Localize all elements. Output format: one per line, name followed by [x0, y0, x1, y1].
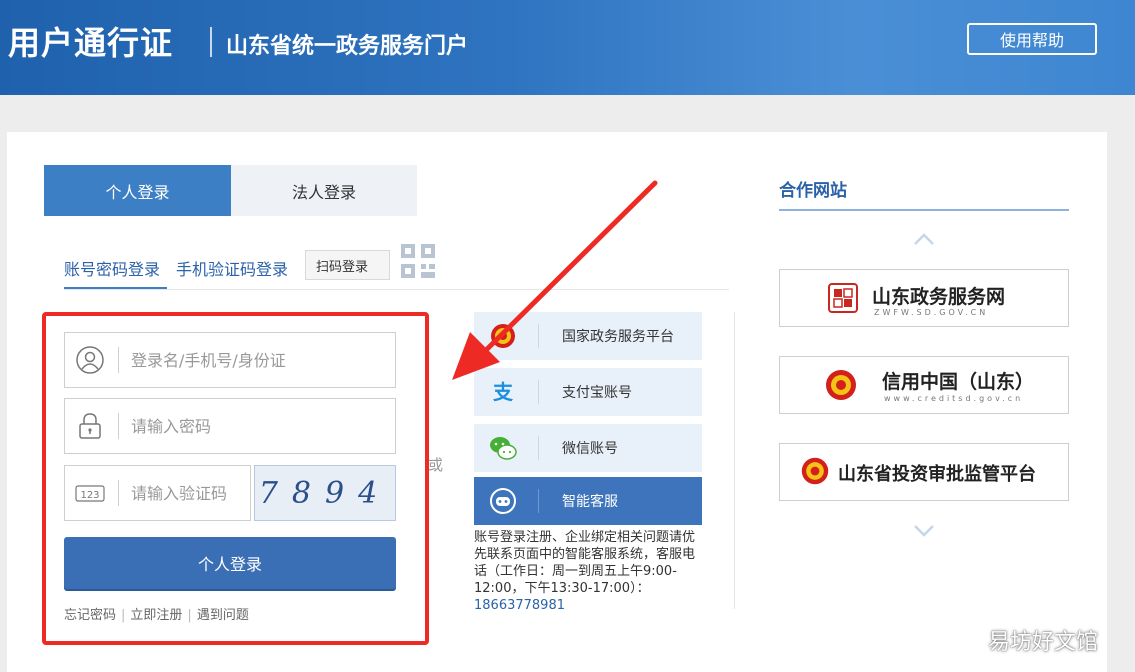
- help-links: 忘记密码 | 立即注册 | 遇到问题: [64, 604, 249, 623]
- national-emblem-icon: [491, 324, 515, 348]
- header: 用户通行证 山东省统一政务服务门户 使用帮助: [0, 0, 1135, 95]
- svg-text:123: 123: [80, 490, 99, 501]
- partner-site-credit-china-sd[interactable]: 信用中国（山东） www.creditsd.gov.cn: [779, 356, 1069, 414]
- alipay-icon: 支: [493, 380, 514, 404]
- personal-login-button[interactable]: 个人登录: [64, 537, 396, 589]
- option-separator: [538, 380, 539, 404]
- username-input[interactable]: [131, 343, 381, 377]
- watermark-text: 易坊好文馆: [988, 630, 1099, 655]
- qr-code-icon[interactable]: [399, 242, 437, 280]
- tab-legal-login[interactable]: 法人登录: [231, 165, 417, 216]
- subtab-account-password[interactable]: 账号密码登录: [64, 256, 160, 280]
- register-link[interactable]: 立即注册: [130, 608, 182, 623]
- smart-service-label: 智能客服: [562, 494, 618, 510]
- service-notice: 账号登录注册、企业绑定相关问题请优先联系页面中的智能客服系统，客服电话（工作日：…: [474, 529, 706, 614]
- notice-text: 账号登录注册、企业绑定相关问题请优先联系页面中的智能客服系统，客服电话（工作日：…: [474, 530, 696, 596]
- service-phone[interactable]: 18663778981: [474, 597, 706, 614]
- wechat-icon: [490, 437, 517, 460]
- chevron-down-icon[interactable]: [913, 524, 935, 538]
- forgot-password-link[interactable]: 忘记密码: [64, 608, 116, 623]
- username-field: [64, 332, 396, 388]
- national-platform-label: 国家政务服务平台: [562, 329, 674, 345]
- seal-logo-icon: [828, 283, 858, 313]
- partner-sites-title: 合作网站: [779, 181, 847, 201]
- captcha-field: 123: [64, 465, 251, 521]
- link-separator: |: [121, 608, 126, 623]
- partner-site-name: 山东政务服务网: [872, 286, 1006, 308]
- svg-text:支: 支: [493, 380, 514, 404]
- field-separator: [118, 413, 119, 439]
- column-divider: [734, 312, 735, 609]
- captcha-image[interactable]: 7894: [254, 465, 396, 521]
- national-emblem-icon: [801, 457, 829, 485]
- password-field: [64, 398, 396, 454]
- link-separator: |: [187, 608, 192, 623]
- partner-site-sd-investment[interactable]: 山东省投资审批监管平台: [779, 443, 1069, 501]
- national-emblem-icon: [826, 370, 856, 400]
- field-separator: [118, 480, 119, 506]
- option-separator: [538, 489, 539, 513]
- login-card: 个人登录 法人登录 账号密码登录 手机验证码登录 扫码登录 登录名/手机号/身份…: [7, 132, 1107, 672]
- or-label: 或: [428, 456, 444, 474]
- lock-icon: [79, 413, 101, 439]
- smart-service-button[interactable]: 智能客服: [474, 477, 702, 525]
- option-separator: [538, 324, 539, 348]
- field-separator: [118, 347, 119, 373]
- subtab-divider: [64, 289, 729, 290]
- option-separator: [538, 436, 539, 460]
- robot-icon: [490, 488, 516, 514]
- problem-link[interactable]: 遇到问题: [197, 608, 249, 623]
- wechat-login[interactable]: 微信账号: [474, 424, 702, 472]
- wechat-label: 微信账号: [562, 441, 618, 457]
- captcha-code: 7894: [258, 475, 392, 511]
- partner-site-url: ZWFW.SD.GOV.CN: [874, 308, 989, 317]
- alipay-label: 支付宝账号: [562, 385, 632, 401]
- alipay-login[interactable]: 支 支付宝账号: [474, 368, 702, 416]
- user-icon: [76, 346, 104, 374]
- number-123-icon: 123: [75, 485, 105, 502]
- portal-subtitle: 山东省统一政务服务门户: [226, 34, 469, 59]
- password-input[interactable]: [131, 409, 381, 443]
- scan-login-button[interactable]: 扫码登录: [305, 250, 390, 280]
- tab-personal-login[interactable]: 个人登录: [44, 165, 231, 216]
- partner-site-sd-gov-service[interactable]: 山东政务服务网 ZWFW.SD.GOV.CN: [779, 269, 1069, 327]
- captcha-input[interactable]: [131, 476, 246, 510]
- subtab-sms-code[interactable]: 手机验证码登录: [176, 256, 288, 280]
- partner-site-url: www.creditsd.gov.cn: [884, 394, 1024, 403]
- chevron-up-icon[interactable]: [913, 232, 935, 246]
- partner-title-underline: [779, 209, 1069, 211]
- help-button[interactable]: 使用帮助: [967, 23, 1097, 55]
- partner-site-name: 山东省投资审批监管平台: [838, 464, 1036, 485]
- partner-site-name: 信用中国（山东）: [882, 371, 1035, 393]
- brand-title: 用户通行证: [8, 24, 174, 62]
- brand-divider: [210, 27, 212, 57]
- national-platform-login[interactable]: 国家政务服务平台: [474, 312, 702, 360]
